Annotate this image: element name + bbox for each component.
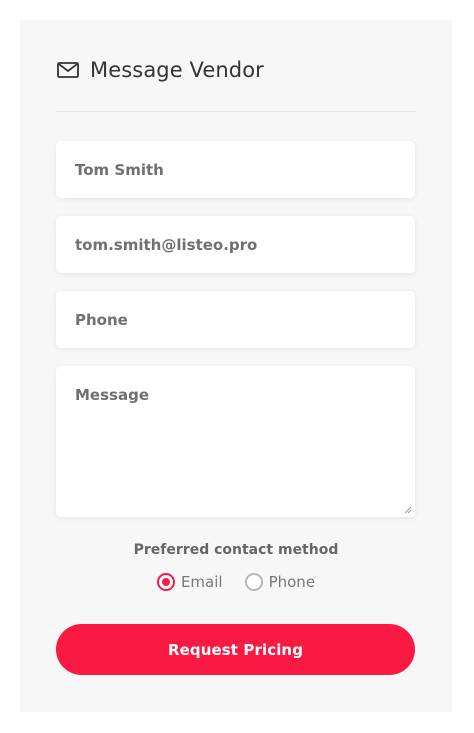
name-field[interactable]: Tom Smith	[56, 141, 415, 198]
radio-email-circle-icon[interactable]	[156, 573, 175, 591]
request-pricing-button[interactable]: Request Pricing	[56, 624, 415, 675]
panel-title: Message Vendor	[90, 58, 264, 82]
radio-phone-label: Phone	[268, 573, 316, 591]
envelope-icon	[57, 62, 79, 78]
contact-method-label: Preferred contact method	[133, 542, 339, 558]
name-field-value: Tom Smith	[75, 160, 164, 179]
radio-phone-circle-icon[interactable]	[244, 573, 263, 591]
radio-phone[interactable]: Phone	[244, 573, 316, 591]
email-field-value: tom.smith@listeo.pro	[75, 235, 258, 254]
message-textarea-placeholder: Message	[75, 386, 149, 404]
header-divider	[56, 111, 416, 112]
phone-field-placeholder: Phone	[75, 310, 128, 329]
contact-vendor-panel: Message Vendor Tom Smith tom.smith@liste…	[20, 20, 452, 712]
phone-field[interactable]: Phone	[56, 291, 415, 348]
resize-grip-icon[interactable]	[404, 506, 412, 514]
contact-method-radio-group: Email Phone	[20, 573, 452, 591]
radio-email[interactable]: Email	[156, 573, 223, 591]
message-textarea[interactable]: Message	[56, 366, 415, 517]
email-field[interactable]: tom.smith@listeo.pro	[56, 216, 415, 273]
radio-email-label: Email	[180, 573, 223, 591]
panel-header: Message Vendor	[56, 58, 264, 82]
